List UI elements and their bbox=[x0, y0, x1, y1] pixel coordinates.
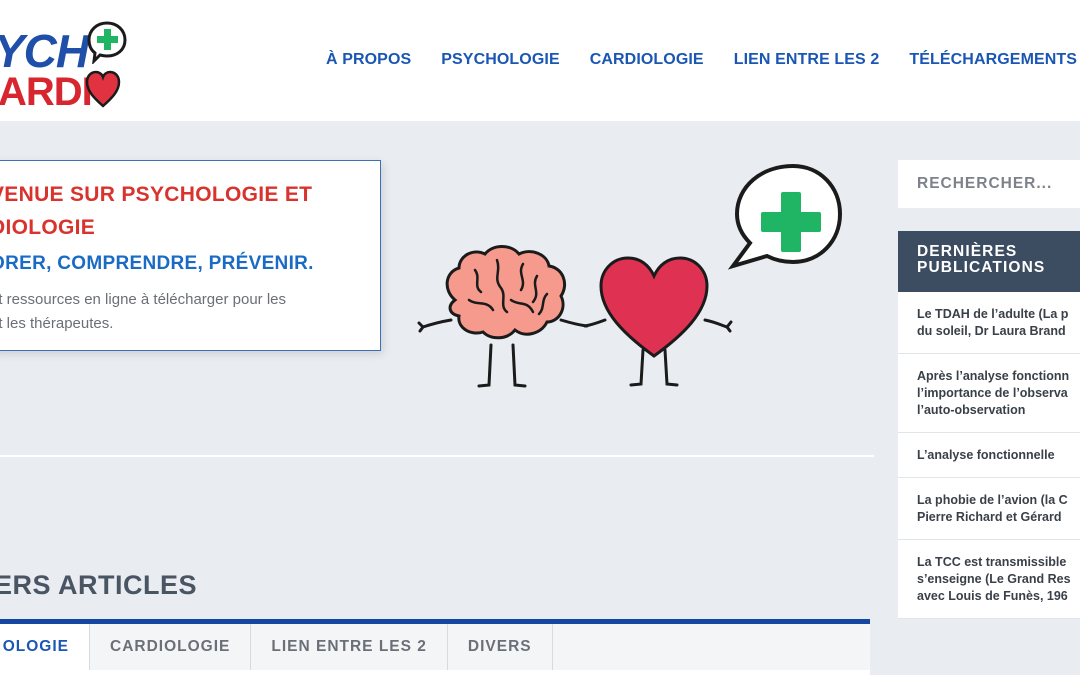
post-link[interactable]: Après l’analyse fonctionn l’importance d… bbox=[898, 354, 1080, 433]
post-title-line: s’enseigne (Le Grand Res bbox=[917, 572, 1071, 586]
widget-title-line1: DERNIÈRES bbox=[917, 243, 1018, 260]
heart-icon bbox=[599, 256, 709, 358]
post-link[interactable]: Le TDAH de l’adulte (La p du soleil, Dr … bbox=[898, 292, 1080, 354]
post-title-line: du soleil, Dr Laura Brand bbox=[917, 324, 1066, 338]
nav-a-propos[interactable]: À PROPOS bbox=[326, 51, 411, 69]
post-title-line: La TCC est transmissible bbox=[917, 555, 1067, 569]
hero-desc-line2: et les thérapeutes. bbox=[0, 315, 114, 332]
widget-title-line2: PUBLICATIONS bbox=[917, 259, 1046, 276]
logo-plus-bubble-icon bbox=[87, 21, 127, 64]
brain-heart-illustration bbox=[417, 163, 843, 388]
post-link[interactable]: La TCC est transmissible s’enseigne (Le … bbox=[898, 540, 1080, 619]
tab-divers[interactable]: DIVERS bbox=[448, 624, 553, 670]
main-nav: À PROPOS PSYCHOLOGIE CARDIOLOGIE LIEN EN… bbox=[326, 51, 1080, 69]
articles-section-title: IERS ARTICLES bbox=[0, 570, 198, 600]
post-title-line: Pierre Richard et Gérard bbox=[917, 510, 1062, 524]
nav-psychologie[interactable]: PSYCHOLOGIE bbox=[441, 51, 559, 69]
search-input[interactable] bbox=[917, 175, 1080, 193]
post-title-line: l’importance de l’observa bbox=[917, 386, 1068, 400]
hero-description: et ressources en ligne à télécharger pou… bbox=[0, 288, 380, 336]
post-link[interactable]: L’analyse fonctionnelle bbox=[898, 433, 1080, 478]
hero-title-line1: VENUE SUR PSYCHOLOGIE ET bbox=[0, 183, 313, 206]
tab-panel bbox=[0, 670, 870, 675]
tab-psychologie[interactable]: OLOGIE bbox=[0, 624, 90, 670]
logo-heart-icon bbox=[85, 70, 121, 108]
post-title-line: La phobie de l’avion (la C bbox=[917, 493, 1068, 507]
post-title-line: l’auto-observation bbox=[917, 403, 1026, 417]
post-title-line: avec Louis de Funès, 196 bbox=[917, 589, 1068, 603]
nav-cardiologie[interactable]: CARDIOLOGIE bbox=[590, 51, 704, 69]
post-link[interactable]: La phobie de l’avion (la C Pierre Richar… bbox=[898, 478, 1080, 540]
post-title-line: Le TDAH de l’adulte (La p bbox=[917, 307, 1069, 321]
nav-telechargements[interactable]: TÉLÉCHARGEMENTS bbox=[909, 51, 1077, 69]
latest-posts-header: DERNIÈRES PUBLICATIONS bbox=[898, 231, 1080, 292]
plus-bubble-icon bbox=[727, 163, 843, 270]
latest-posts-list: Le TDAH de l’adulte (La p du soleil, Dr … bbox=[898, 292, 1080, 619]
tab-cardiologie[interactable]: CARDIOLOGIE bbox=[90, 624, 252, 670]
articles-tabs: OLOGIE CARDIOLOGIE LIEN ENTRE LES 2 DIVE… bbox=[0, 624, 870, 675]
logo-bottom-text: ARDI bbox=[0, 70, 93, 114]
nav-lien-entre-les-2[interactable]: LIEN ENTRE LES 2 bbox=[734, 51, 880, 69]
hero-title: VENUE SUR PSYCHOLOGIE ET DIOLOGIE bbox=[0, 178, 380, 244]
site-header: YCH ARDI À PROPOS PSYCHOLOGIE CARDIOLOGI… bbox=[0, 0, 1080, 121]
post-title-line: Après l’analyse fonctionn bbox=[917, 369, 1070, 383]
search-box bbox=[898, 160, 1080, 208]
tab-lien-entre-les-2[interactable]: LIEN ENTRE LES 2 bbox=[251, 624, 448, 670]
post-title-line: L’analyse fonctionnelle bbox=[917, 448, 1055, 462]
hero-subtitle: ORER, COMPRENDRE, PRÉVENIR. bbox=[0, 253, 314, 274]
hero-title-line2: DIOLOGIE bbox=[0, 216, 96, 239]
brain-icon bbox=[445, 245, 566, 340]
section-divider bbox=[0, 455, 874, 457]
site-logo[interactable]: YCH ARDI bbox=[0, 10, 140, 114]
hero-desc-line1: et ressources en ligne à télécharger pou… bbox=[0, 291, 287, 308]
